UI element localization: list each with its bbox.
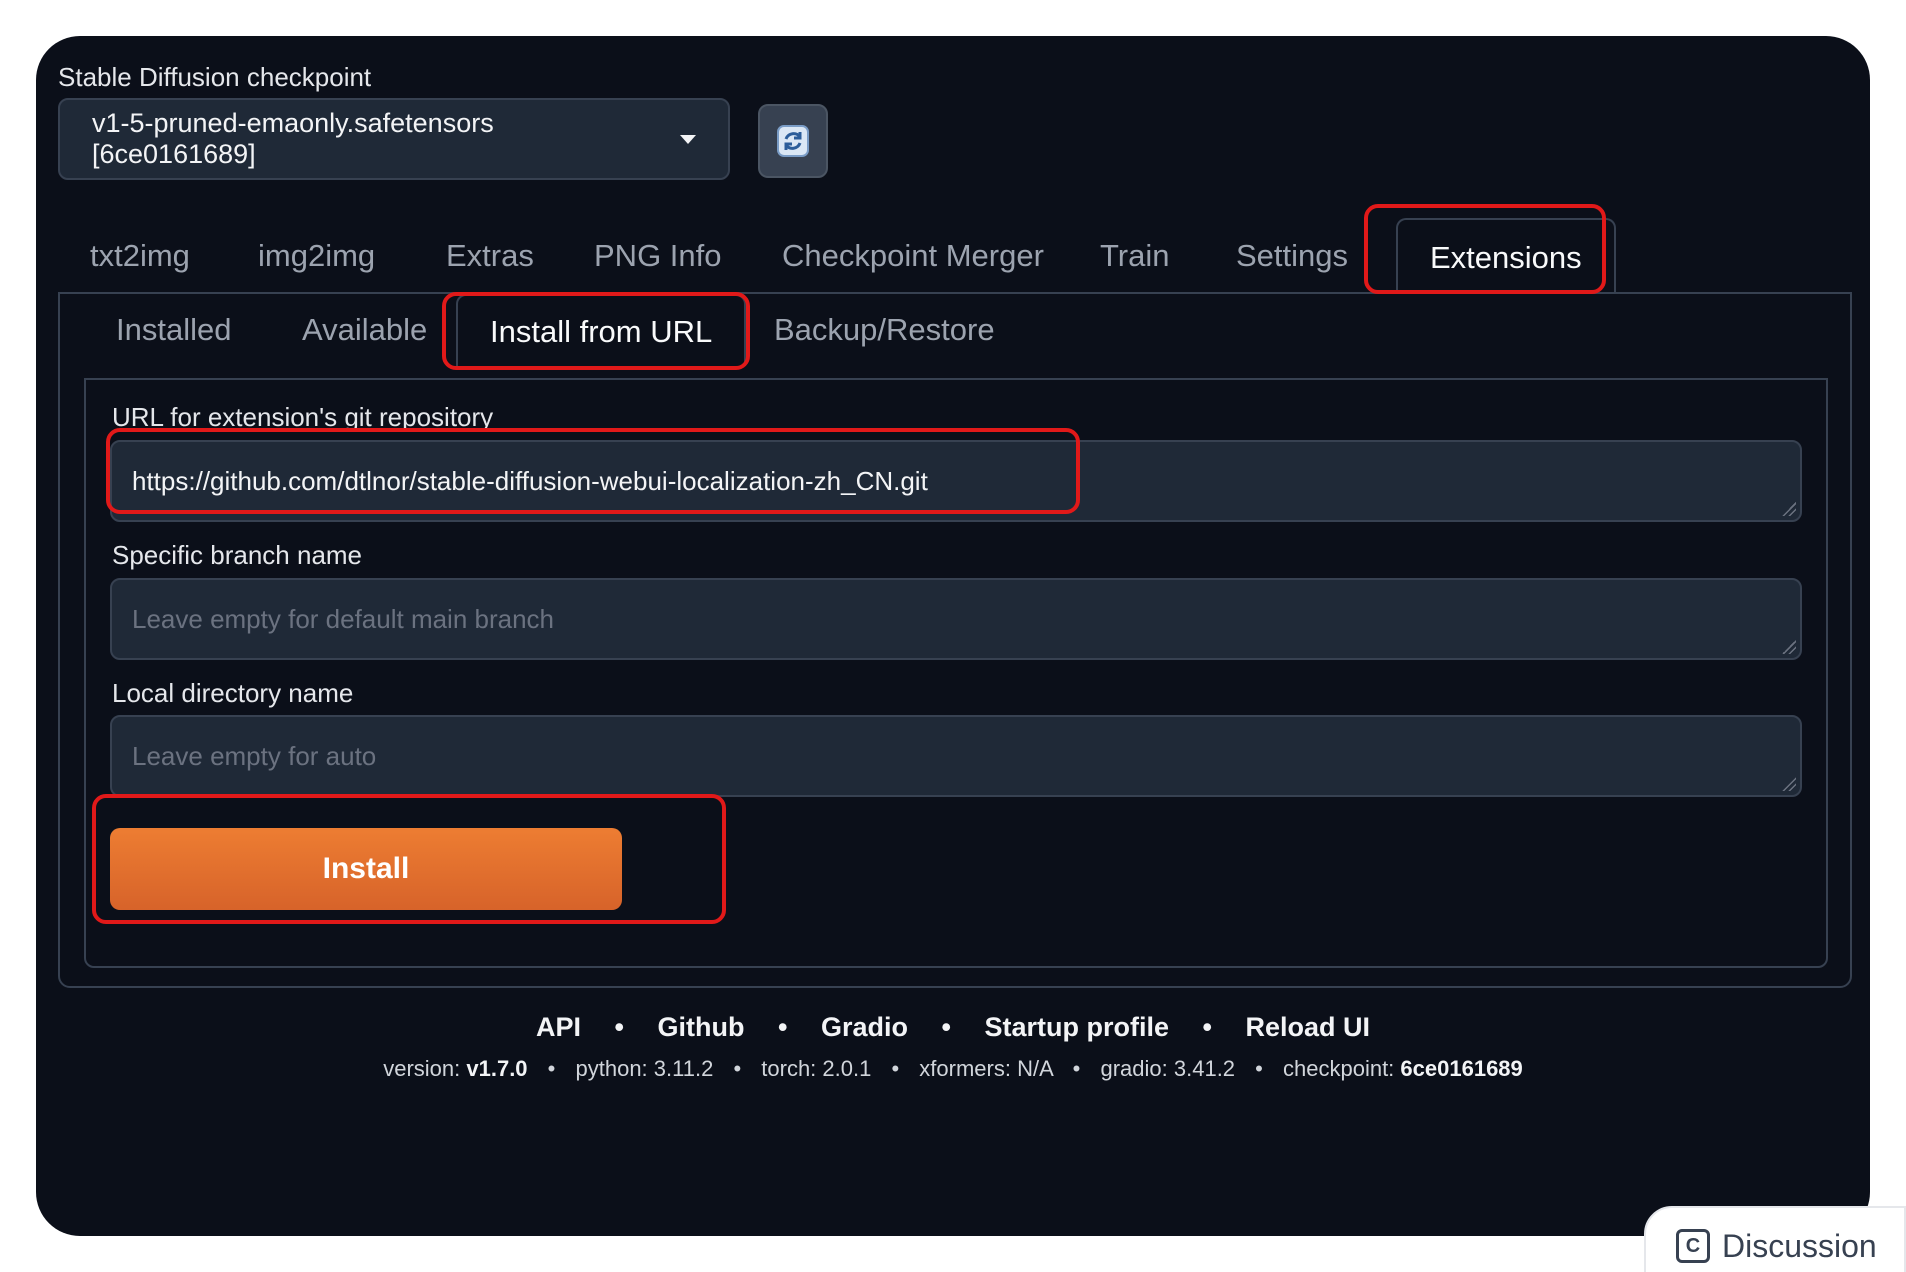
subtab-backup-restore[interactable]: Backup/Restore — [774, 294, 995, 366]
chevron-down-icon — [680, 134, 696, 144]
tab-extensions[interactable]: Extensions — [1396, 218, 1616, 294]
footer-link-reload-ui[interactable]: Reload UI — [1245, 1012, 1370, 1042]
checkpoint-hash: 6ce0161689 — [1400, 1056, 1523, 1081]
branch-name-input[interactable]: Leave empty for default main branch — [110, 578, 1802, 660]
refresh-icon — [777, 125, 809, 157]
discussion-button[interactable]: C Discussion — [1644, 1206, 1906, 1272]
footer-links: API • Github • Gradio • Startup profile … — [36, 1012, 1870, 1043]
tab-settings[interactable]: Settings — [1236, 218, 1348, 294]
directory-placeholder: Leave empty for auto — [132, 740, 377, 771]
install-from-url-form: URL for extension's git repository https… — [84, 378, 1828, 968]
footer-link-github[interactable]: Github — [658, 1012, 745, 1042]
checkpoint-label-footer: checkpoint: — [1283, 1056, 1395, 1081]
resize-handle-icon[interactable] — [1782, 640, 1796, 654]
tab-img2img[interactable]: img2img — [258, 218, 375, 294]
branch-field-label: Specific branch name — [112, 540, 363, 570]
checkpoint-label: Stable Diffusion checkpoint — [58, 62, 372, 92]
tab-extras[interactable]: Extras — [446, 218, 534, 294]
footer-separator: • — [1202, 1012, 1212, 1042]
torch-version: torch: 2.0.1 — [761, 1056, 872, 1081]
git-url-input[interactable]: https://github.com/dtlnor/stable-diffusi… — [110, 440, 1802, 522]
extensions-panel: Installed Available Install from URL Bac… — [58, 292, 1852, 988]
discussion-label: Discussion — [1722, 1227, 1877, 1264]
xformers-version: xformers: N/A — [919, 1056, 1053, 1081]
subtab-installed[interactable]: Installed — [116, 294, 231, 366]
checkpoint-selected-value: v1-5-pruned-emaonly.safetensors [6ce0161… — [92, 108, 494, 169]
footer-separator: • — [941, 1012, 951, 1042]
footer-link-api[interactable]: API — [536, 1012, 581, 1042]
footer-link-startup-profile[interactable]: Startup profile — [984, 1012, 1169, 1042]
discussion-icon: C — [1676, 1229, 1710, 1263]
url-field-label: URL for extension's git repository — [112, 402, 494, 432]
subtab-install-from-url[interactable]: Install from URL — [456, 294, 747, 366]
version-label: version: — [383, 1056, 461, 1081]
directory-field-label: Local directory name — [112, 678, 354, 708]
footer-link-gradio[interactable]: Gradio — [821, 1012, 908, 1042]
branch-placeholder: Leave empty for default main branch — [132, 603, 555, 634]
python-version: python: 3.11.2 — [575, 1056, 714, 1081]
tab-checkpoint-merger[interactable]: Checkpoint Merger — [782, 218, 1044, 294]
gradio-version: gradio: 3.41.2 — [1100, 1056, 1236, 1081]
footer-separator: • — [614, 1012, 624, 1042]
git-url-value: https://github.com/dtlnor/stable-diffusi… — [132, 465, 928, 496]
footer-separator: • — [778, 1012, 788, 1042]
version-info: version: v1.7.0 • python: 3.11.2 • torch… — [383, 1056, 1523, 1081]
subtab-available[interactable]: Available — [302, 294, 427, 366]
tab-png-info[interactable]: PNG Info — [594, 218, 722, 294]
resize-handle-icon[interactable] — [1782, 777, 1796, 791]
resize-handle-icon[interactable] — [1782, 502, 1796, 516]
checkpoint-dropdown[interactable]: v1-5-pruned-emaonly.safetensors [6ce0161… — [58, 98, 730, 180]
refresh-checkpoint-button[interactable] — [758, 104, 828, 178]
tab-txt2img[interactable]: txt2img — [90, 218, 190, 294]
version-value: v1.7.0 — [466, 1056, 528, 1081]
webui-window: Stable Diffusion checkpoint v1-5-pruned-… — [36, 36, 1870, 1236]
install-button[interactable]: Install — [110, 828, 622, 910]
tab-train[interactable]: Train — [1100, 218, 1169, 294]
directory-name-input[interactable]: Leave empty for auto — [110, 715, 1802, 797]
